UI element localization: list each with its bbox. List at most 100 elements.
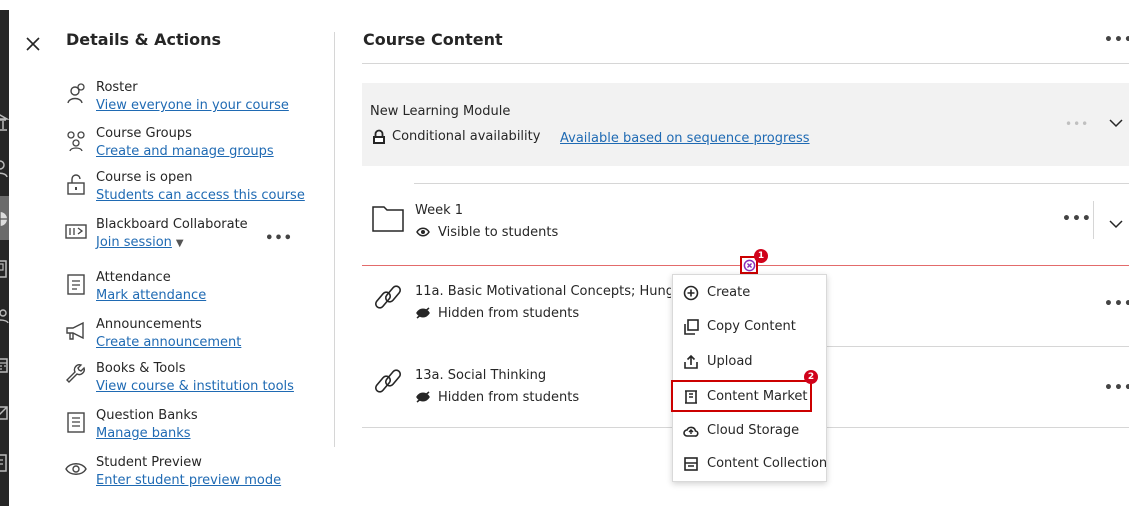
- details-item-student-preview: Student Preview Enter student preview mo…: [64, 455, 329, 499]
- globe-icon[interactable]: [0, 208, 9, 230]
- chevron-down-icon[interactable]: [1108, 115, 1124, 131]
- details-item-announcements: Announcements Create announcement: [64, 317, 329, 361]
- folder-icon: [372, 206, 404, 232]
- groups-link[interactable]: Create and manage groups: [96, 144, 274, 159]
- groups-title: Course Groups: [96, 126, 192, 141]
- roster-icon: [64, 82, 88, 106]
- close-circle-icon: [743, 259, 755, 271]
- conditional-availability: Conditional availability: [392, 129, 541, 144]
- chevron-down-icon[interactable]: [1108, 216, 1124, 232]
- wrench-icon: [64, 363, 88, 387]
- plus-circle-icon: [683, 285, 699, 301]
- details-item-groups: Course Groups Create and manage groups: [64, 126, 329, 170]
- books-tools-link[interactable]: View course & institution tools: [96, 379, 294, 394]
- details-item-books-tools: Books & Tools View course & institution …: [64, 361, 329, 405]
- roster-title: Roster: [96, 80, 138, 95]
- attendance-link[interactable]: Mark attendance: [96, 288, 206, 303]
- week1-status: Visible to students: [438, 225, 559, 240]
- hidden-icon: [416, 307, 430, 319]
- cloud-icon: [683, 426, 699, 437]
- question-banks-link[interactable]: Manage banks: [96, 426, 191, 441]
- collaborate-icon: [64, 219, 88, 243]
- join-session-label: Join session: [96, 235, 172, 250]
- module-divider: [414, 183, 1129, 184]
- module-more-button[interactable]: •••: [1065, 117, 1089, 131]
- row-divider-1: [827, 346, 1129, 347]
- details-item-question-banks: Question Banks Manage banks: [64, 408, 329, 452]
- question-banks-title: Question Banks: [96, 408, 198, 423]
- 11a-status: Hidden from students: [438, 306, 580, 321]
- 13a-title: 13a. Social Thinking: [415, 368, 547, 383]
- hidden-icon: [416, 391, 430, 403]
- menu-item-create[interactable]: Create: [673, 277, 828, 309]
- link-icon: [374, 369, 402, 393]
- step-badge-2: 2: [804, 370, 818, 384]
- groups-icon[interactable]: [0, 306, 9, 328]
- menu-item-copy-content[interactable]: Copy Content: [673, 311, 828, 343]
- week1-more-button[interactable]: •••: [1062, 211, 1092, 227]
- eye-icon: [64, 457, 88, 481]
- content-market-highlight: [671, 380, 812, 412]
- course-content-more-button[interactable]: •••: [1104, 32, 1129, 48]
- grades-icon[interactable]: [0, 452, 9, 474]
- menu-label-upload: Upload: [707, 354, 753, 369]
- chevron-down-icon: ▼: [175, 238, 184, 249]
- menu-label-create: Create: [707, 285, 751, 300]
- lock-icon: [373, 129, 385, 144]
- menu-label-content-collection: Content Collection: [707, 456, 828, 471]
- details-title: Details & Actions: [66, 30, 222, 49]
- panel-divider: [334, 32, 335, 447]
- unlock-icon: [64, 172, 88, 196]
- details-item-attendance: Attendance Mark attendance: [64, 270, 329, 314]
- module-title: New Learning Module: [370, 104, 511, 119]
- left-nav: [0, 0, 9, 506]
- step-badge-1: 1: [754, 249, 768, 263]
- calendar-icon[interactable]: [0, 354, 9, 376]
- availability-link[interactable]: Available based on sequence progress: [560, 131, 810, 146]
- close-button[interactable]: [12, 26, 54, 62]
- announcements-title: Announcements: [96, 317, 202, 332]
- attendance-icon: [64, 272, 88, 296]
- announcements-link[interactable]: Create announcement: [96, 335, 241, 350]
- 11a-title: 11a. Basic Motivational Concepts; Hunger: [415, 284, 671, 299]
- 13a-more-button[interactable]: •••: [1104, 380, 1129, 396]
- megaphone-icon: [64, 319, 88, 343]
- course-content-title: Course Content: [363, 30, 503, 49]
- menu-item-content-collection[interactable]: Content Collection: [673, 448, 828, 480]
- person-icon[interactable]: [0, 158, 9, 180]
- row-divider: [1093, 201, 1094, 239]
- close-icon: [26, 37, 40, 51]
- menu-label-copy-content: Copy Content: [707, 319, 796, 334]
- institution-icon[interactable]: [0, 112, 9, 134]
- roster-link[interactable]: View everyone in your course: [96, 98, 289, 113]
- 13a-status: Hidden from students: [438, 390, 580, 405]
- collaborate-more-button[interactable]: •••: [265, 231, 293, 246]
- 11a-more-button[interactable]: •••: [1104, 296, 1129, 312]
- menu-item-cloud-storage[interactable]: Cloud Storage: [673, 415, 828, 447]
- details-item-collaborate: Blackboard Collaborate Join session ▼ •••: [64, 217, 329, 261]
- details-item-course-open: Course is open Students can access this …: [64, 170, 329, 214]
- week1-title: Week 1: [415, 203, 464, 218]
- attendance-title: Attendance: [96, 270, 171, 285]
- content-row-week1[interactable]: Week 1 Visible to students •••: [362, 195, 1129, 255]
- eye-icon: [416, 227, 430, 237]
- join-session-link[interactable]: Join session ▼: [96, 235, 184, 250]
- details-item-roster: Roster View everyone in your course: [64, 80, 329, 124]
- link-icon: [374, 285, 402, 309]
- mail-icon[interactable]: [0, 402, 9, 424]
- upload-icon: [684, 354, 698, 369]
- question-bank-icon: [64, 410, 88, 434]
- course-open-link[interactable]: Students can access this course: [96, 188, 305, 203]
- course-open-title: Course is open: [96, 170, 193, 185]
- collaborate-title: Blackboard Collaborate: [96, 217, 248, 232]
- student-preview-title: Student Preview: [96, 455, 202, 470]
- learning-module[interactable]: New Learning Module Conditional availabi…: [362, 83, 1129, 166]
- groups-icon: [64, 128, 88, 152]
- menu-label-cloud-storage: Cloud Storage: [707, 423, 800, 438]
- student-preview-link[interactable]: Enter student preview mode: [96, 473, 281, 488]
- copy-icon: [684, 319, 699, 335]
- book-icon[interactable]: [0, 258, 9, 280]
- books-tools-title: Books & Tools: [96, 361, 186, 376]
- collection-icon: [684, 457, 698, 471]
- header-divider: [362, 63, 1129, 64]
